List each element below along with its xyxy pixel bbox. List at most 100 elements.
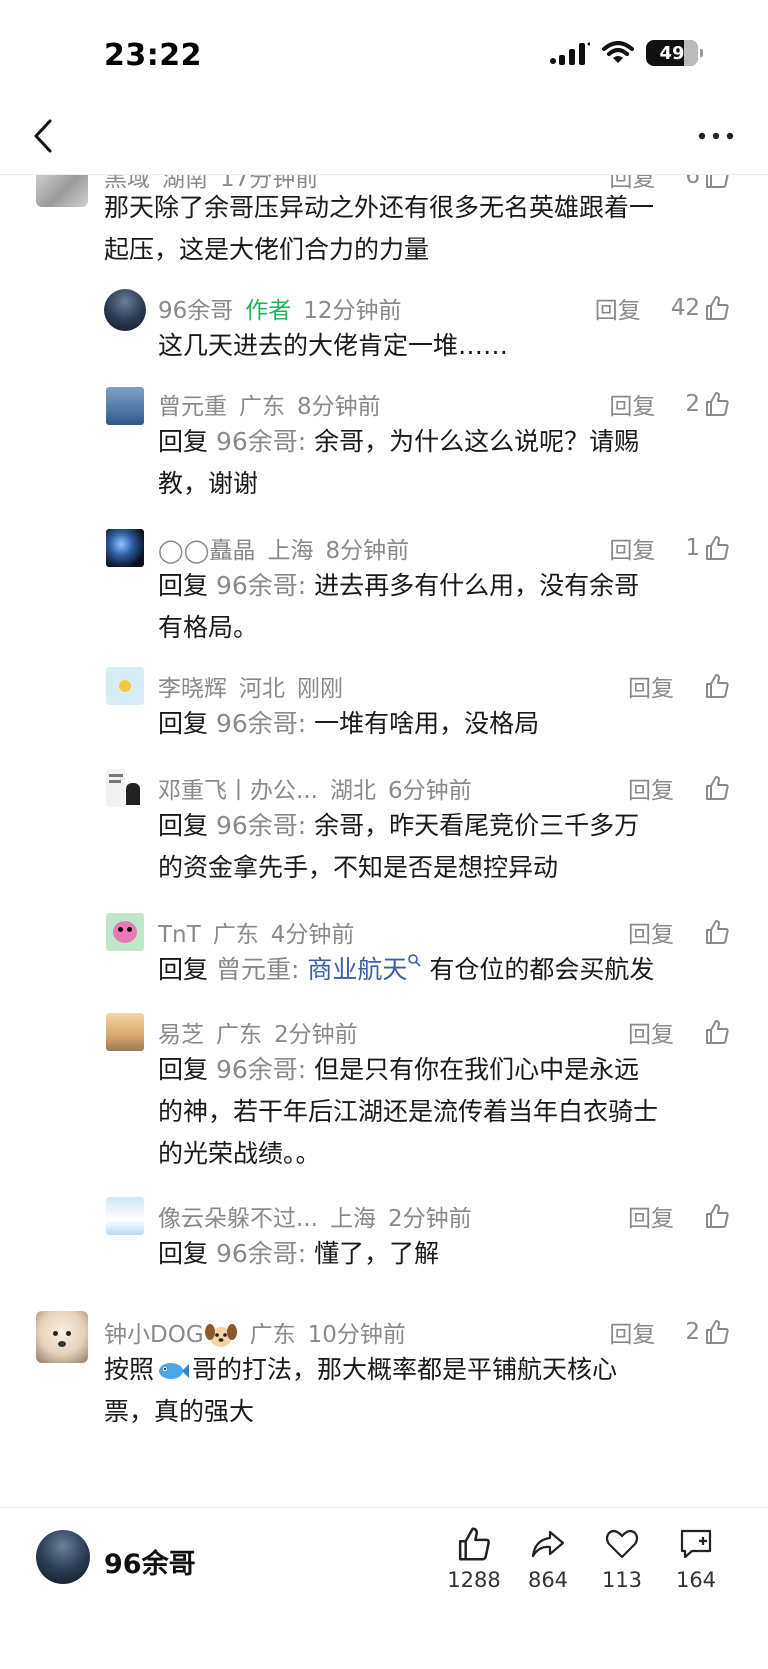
avatar[interactable]	[104, 289, 146, 331]
reply-button[interactable]: 回复	[628, 1199, 674, 1233]
comment-text: 这几天进去的大佬肯定一堆……	[158, 331, 509, 360]
thumbs-up-icon[interactable]	[704, 775, 730, 801]
comment-time: 4分钟前	[270, 922, 355, 948]
status-icons: 49	[550, 40, 703, 66]
like-count: 42	[670, 295, 700, 321]
comment-location: 上海	[267, 538, 314, 564]
comment-author[interactable]: 李晓辉	[158, 676, 227, 702]
search-icon	[408, 954, 421, 967]
comment-location: 上海	[329, 1206, 376, 1232]
thumbs-up-icon[interactable]	[704, 919, 730, 945]
comment-author[interactable]: 易芝	[158, 1022, 204, 1048]
dog-emoji-icon	[204, 1323, 237, 1347]
comment-time: 8分钟前	[297, 394, 381, 420]
avatar[interactable]	[106, 769, 144, 807]
nav-bar	[0, 100, 768, 175]
reply-to-name[interactable]: 96余哥:	[216, 811, 306, 840]
thumbs-up-icon[interactable]	[704, 1319, 730, 1345]
reply-button[interactable]: 回复	[628, 669, 674, 703]
signal-icon	[550, 42, 590, 65]
reply-button[interactable]: 回复	[609, 531, 655, 565]
comment-text: 回复 96余哥: 但是只有你在我们心中是永远 的神，若干年后江湖还是流传着当年白…	[158, 1055, 659, 1168]
reply-item: 96余哥 作者 12分钟前 回复 42 这几天进去的大佬肯定一堆……	[0, 287, 768, 367]
author-badge: 作者	[245, 298, 292, 324]
reply-item: 邓重飞丨办公... 湖北 6分钟前 回复 回复 96余哥: 余哥，昨天看尾竞价三千多…	[0, 767, 768, 887]
topic-link[interactable]: 商业航天	[307, 955, 407, 984]
reply-button[interactable]: 回复	[628, 771, 674, 805]
comment-time: 8分钟前	[325, 538, 410, 564]
comment-author[interactable]: 钟小DOG	[104, 1322, 204, 1348]
back-button[interactable]	[26, 116, 60, 156]
thumbs-up-icon[interactable]	[704, 535, 730, 561]
thumbs-up-icon[interactable]	[704, 295, 730, 321]
thumbs-up-icon[interactable]	[704, 1019, 730, 1045]
comment-text: 按照 哥的打法，那大概率都是平铺航天核心 票，真的强大	[104, 1355, 618, 1426]
like-count: 1	[685, 535, 700, 561]
comment-text: 回复 96余哥: 余哥，为什么这么说呢？请赐 教，谢谢	[158, 427, 640, 498]
avatar[interactable]	[106, 529, 144, 567]
avatar[interactable]	[106, 1197, 144, 1235]
more-button[interactable]	[694, 116, 738, 156]
reply-button[interactable]: 回复	[595, 291, 641, 325]
avatar[interactable]	[106, 387, 144, 425]
comment-item: 黑域 湖南 17分钟前 回复 6 那天除了余哥压异动之外还有很多无名英雄跟着一 起压…	[0, 175, 768, 275]
like-total: 1288	[447, 1568, 501, 1592]
comment-location: 广东	[249, 1322, 296, 1348]
comment-total: 164	[675, 1568, 717, 1592]
avatar[interactable]	[36, 175, 88, 207]
thumbs-up-icon[interactable]	[704, 1203, 730, 1229]
comment-text: 回复 96余哥: 懂了，了解	[158, 1239, 440, 1268]
wifi-icon	[602, 41, 634, 63]
comment-time: 2分钟前	[387, 1206, 472, 1232]
bottom-bar: 96余哥 1288 864 113 164	[0, 1507, 768, 1669]
thumbs-up-icon[interactable]	[704, 673, 730, 699]
comment-text: 回复 96余哥: 余哥，昨天看尾竞价三千多万 的资金拿先手，不知是否是想控异动	[158, 811, 640, 882]
user-avatar[interactable]	[36, 1530, 90, 1584]
reply-item: ◯◯矗晶 上海 8分钟前 回复 1 回复 96余哥: 进去再多有什么用，没有余哥 有…	[0, 527, 768, 647]
avatar[interactable]	[106, 1013, 144, 1051]
reply-to-name[interactable]: 96余哥:	[216, 571, 306, 600]
reply-item: 易芝 广东 2分钟前 回复 回复 96余哥: 但是只有你在我们心中是永远 的神，若干…	[0, 1011, 768, 1171]
comment-location: 广东	[212, 922, 259, 948]
comment-list: 黑域 湖南 17分钟前 回复 6 那天除了余哥压异动之外还有很多无名英雄跟着一 起压…	[0, 175, 768, 1507]
comment-text: 回复 96余哥: 一堆有啥用，没格局	[158, 709, 540, 738]
comment-author[interactable]: 邓重飞丨办公...	[158, 778, 318, 804]
comment-button[interactable]: 164	[656, 1526, 736, 1592]
comment-text: 回复 曾元重: 商业航天 有仓位的都会买航发	[158, 954, 655, 984]
share-total: 864	[527, 1568, 569, 1592]
reply-button[interactable]: 回复	[609, 387, 655, 421]
chevron-left-icon	[34, 119, 52, 153]
battery-icon: 49	[646, 40, 703, 66]
share-icon	[531, 1530, 565, 1558]
thumbs-up-icon	[458, 1527, 490, 1561]
reply-button[interactable]: 回复	[609, 1315, 655, 1349]
comment-author[interactable]: ◯◯矗晶	[158, 538, 255, 564]
reply-to-name[interactable]: 96余哥:	[216, 1055, 306, 1084]
user-name[interactable]: 96余哥	[104, 1542, 196, 1581]
comment-author[interactable]: 像云朵躲不过...	[158, 1206, 318, 1232]
favorite-button[interactable]: 113	[582, 1526, 662, 1592]
comment-text: 回复 96余哥: 进去再多有什么用，没有余哥 有格局。	[158, 571, 640, 642]
comment-time: 10分钟前	[307, 1322, 406, 1348]
reply-to-name[interactable]: 96余哥:	[216, 1239, 306, 1268]
thumbs-up-icon[interactable]	[704, 391, 730, 417]
reply-button[interactable]: 回复	[628, 915, 674, 949]
comment-icon	[680, 1529, 712, 1559]
reply-to-name[interactable]: 曾元重:	[216, 955, 299, 984]
avatar[interactable]	[106, 913, 144, 951]
avatar[interactable]	[106, 667, 144, 705]
like-button[interactable]: 1288	[434, 1526, 514, 1592]
reply-to-name[interactable]: 96余哥:	[216, 709, 306, 738]
favorite-total: 113	[601, 1568, 643, 1592]
comment-author[interactable]: TnT	[158, 922, 201, 948]
avatar[interactable]	[36, 1311, 88, 1363]
fish-emoji-icon	[159, 1363, 190, 1379]
share-button[interactable]: 864	[508, 1526, 588, 1592]
reply-button[interactable]: 回复	[628, 1015, 674, 1049]
comment-time: 12分钟前	[303, 298, 402, 324]
comment-author[interactable]: 96余哥	[158, 298, 233, 324]
comment-location: 湖北	[329, 778, 376, 804]
reply-to-name[interactable]: 96余哥:	[216, 427, 306, 456]
comment-author[interactable]: 曾元重	[158, 394, 227, 420]
heart-icon	[605, 1529, 639, 1559]
